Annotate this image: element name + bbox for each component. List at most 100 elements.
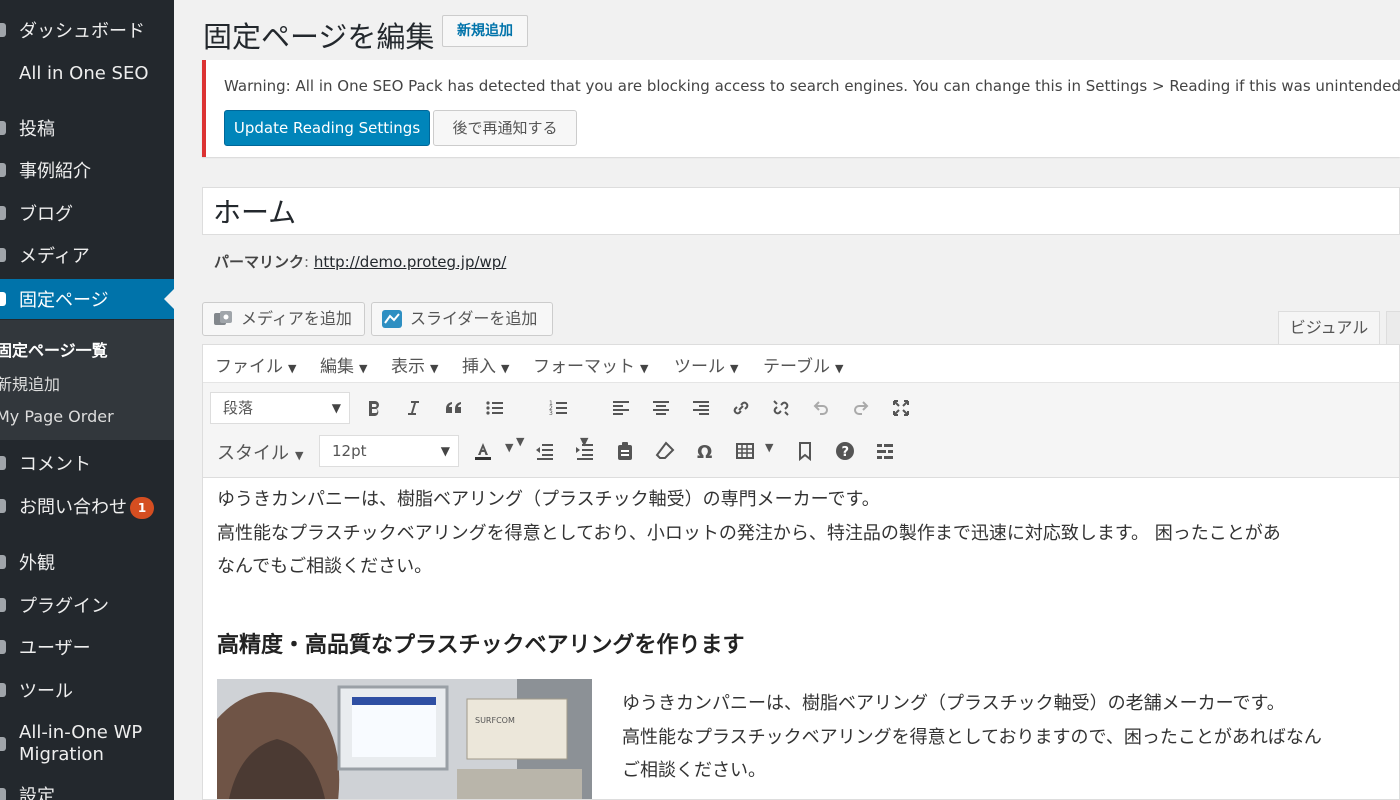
notice-text: Warning: All in One SEO Pack has detecte… (224, 77, 1400, 95)
sidebar-item-users[interactable]: ユーザー (0, 627, 174, 667)
tab-visual[interactable]: ビジュアル (1278, 311, 1380, 344)
sidebar-item-label: 外観 (19, 553, 55, 574)
menu-label: ファイル (215, 357, 283, 377)
outdent-icon[interactable] (531, 437, 559, 465)
wrench-icon (0, 683, 6, 697)
add-media-label: メディアを追加 (241, 309, 352, 328)
add-new-button[interactable]: 新規追加 (442, 15, 528, 47)
sidebar-item-tools[interactable]: ツール (0, 670, 174, 710)
help-icon[interactable]: ? (831, 437, 859, 465)
redo-icon[interactable] (847, 394, 875, 422)
sidebar-item-settings[interactable]: 設定 (0, 775, 174, 800)
sidebar-item-pages[interactable]: 固定ページ (0, 279, 174, 319)
sidebar-item-media[interactable]: メディア (0, 235, 174, 275)
submenu-all-pages[interactable]: 固定ページ一覧 (0, 337, 108, 361)
editor-toolbar: 段落 ▼ ▼ 123 ▼ スタイル ▼ 12pt ▼ ▼ Ω ▼ ? (203, 383, 1399, 478)
sidebar-item-comments[interactable]: コメント (0, 443, 174, 483)
content-image[interactable]: SURFCOM (217, 679, 592, 799)
update-reading-settings-button[interactable]: Update Reading Settings (224, 110, 430, 146)
caret-down-icon[interactable]: ▼ (765, 441, 773, 454)
menu-label: テーブル (763, 357, 830, 377)
svg-text:?: ? (842, 445, 850, 460)
caret-down-icon[interactable]: ▼ (505, 441, 513, 454)
sidebar-item-label: 事例紹介 (19, 161, 91, 182)
caret-down-icon: ▼ (501, 362, 510, 375)
sidebar-item-all-in-one-seo[interactable]: All in One SEO (0, 53, 174, 93)
migration-icon (0, 737, 6, 751)
caret-down-icon: ▼ (430, 362, 439, 375)
sidebar-item-label: 設定 (19, 786, 55, 800)
media-icon (214, 311, 232, 325)
slider-icon (382, 310, 402, 328)
sidebar-item-label: プラグイン (19, 596, 109, 617)
editor-menubar: ファイル ▼ 編集 ▼ 表示 ▼ 挿入 ▼ フォーマット ▼ ツール ▼ テーブル ▼ (203, 345, 1399, 383)
caret-down-icon: ▼ (331, 401, 341, 415)
remind-later-button[interactable]: 後で再通知する (433, 110, 577, 146)
add-slider-button[interactable]: スライダーを追加 (371, 302, 553, 336)
content-paragraph-2: 高性能なプラスチックベアリングを得意としており、小ロットの発注から、特注品の製作… (217, 523, 1281, 544)
caret-down-icon: ▼ (288, 362, 297, 375)
sidebar-item-label: メディア (19, 246, 90, 267)
menu-view[interactable]: 表示 ▼ (391, 352, 438, 377)
menu-format[interactable]: フォーマット ▼ (533, 352, 648, 377)
anchor-icon[interactable] (791, 437, 819, 465)
link-icon[interactable] (727, 394, 755, 422)
sidebar-item-appearance[interactable]: 外観 (0, 542, 174, 582)
undo-icon[interactable] (807, 394, 835, 422)
permalink-link[interactable]: http://demo.proteg.jp/wp/ (314, 253, 507, 271)
fullscreen-icon[interactable] (887, 394, 915, 422)
sidebar-item-label: ダッシュボード (19, 21, 145, 42)
seo-warning-notice: Warning: All in One SEO Pack has detecte… (202, 60, 1400, 157)
caret-down-icon: ▼ (640, 362, 649, 375)
menu-table[interactable]: テーブル ▼ (763, 352, 843, 377)
sidebar-item-posts[interactable]: 投稿 (0, 108, 174, 148)
sidebar-item-label: ツール (19, 681, 73, 702)
post-title-input[interactable]: ホーム (202, 187, 1400, 235)
submenu-add-new[interactable]: 新規追加 (0, 371, 60, 395)
bold-icon[interactable] (360, 394, 388, 422)
sidebar-item-case-studies[interactable]: 事例紹介 (0, 150, 174, 190)
pin-icon (0, 163, 6, 177)
add-media-button[interactable]: メディアを追加 (202, 302, 365, 336)
permalink: パーマリンク: http://demo.proteg.jp/wp/ (214, 253, 507, 271)
menu-label: 表示 (391, 357, 425, 377)
svg-text:Ω: Ω (697, 442, 712, 461)
special-character-icon[interactable]: Ω (691, 437, 719, 465)
style-dropdown[interactable]: スタイル ▼ (217, 439, 303, 465)
content-paragraph-3: なんでもご相談ください。 (217, 556, 433, 577)
sidebar-item-migration[interactable]: All-in-One WP Migration (0, 719, 174, 769)
menu-label: フォーマット (533, 357, 635, 377)
menu-insert[interactable]: 挿入 ▼ (462, 352, 509, 377)
sidebar-item-blog[interactable]: ブログ (0, 193, 174, 233)
settings-icon (0, 788, 6, 800)
format-select[interactable]: 段落 ▼ (210, 392, 350, 424)
menu-label: 挿入 (462, 357, 496, 377)
clear-formatting-icon[interactable] (651, 437, 679, 465)
menu-file[interactable]: ファイル ▼ (215, 352, 296, 377)
text-color-icon[interactable] (469, 437, 497, 465)
caret-down-icon[interactable]: ▼ (516, 435, 524, 448)
permalink-label: パーマリンク (214, 253, 305, 271)
tab-text[interactable] (1386, 311, 1400, 344)
table-icon[interactable] (731, 437, 759, 465)
bullet-list-icon[interactable] (481, 394, 509, 422)
indent-icon[interactable] (571, 437, 599, 465)
sidebar-item-label: All-in-One WP Migration (19, 722, 143, 765)
sidebar-item-label: ユーザー (19, 638, 91, 659)
menu-tools[interactable]: ツール ▼ (674, 352, 738, 377)
unlink-icon[interactable] (767, 394, 795, 422)
italic-icon[interactable] (399, 394, 427, 422)
align-left-icon[interactable] (607, 394, 635, 422)
blockquote-icon[interactable] (440, 394, 468, 422)
numbered-list-icon[interactable]: 123 (545, 394, 573, 422)
align-right-icon[interactable] (687, 394, 715, 422)
submenu-my-page-order[interactable]: My Page Order (0, 407, 114, 426)
align-center-icon[interactable] (647, 394, 675, 422)
paste-text-icon[interactable] (611, 437, 639, 465)
menu-edit[interactable]: 編集 ▼ (320, 352, 367, 377)
font-size-select[interactable]: 12pt ▼ (319, 435, 459, 467)
toolbar-toggle-icon[interactable] (871, 437, 899, 465)
sidebar-item-dashboard[interactable]: ダッシュボード (0, 10, 174, 50)
sidebar-item-label: ブログ (19, 204, 73, 225)
sidebar-item-plugins[interactable]: プラグイン (0, 585, 174, 625)
